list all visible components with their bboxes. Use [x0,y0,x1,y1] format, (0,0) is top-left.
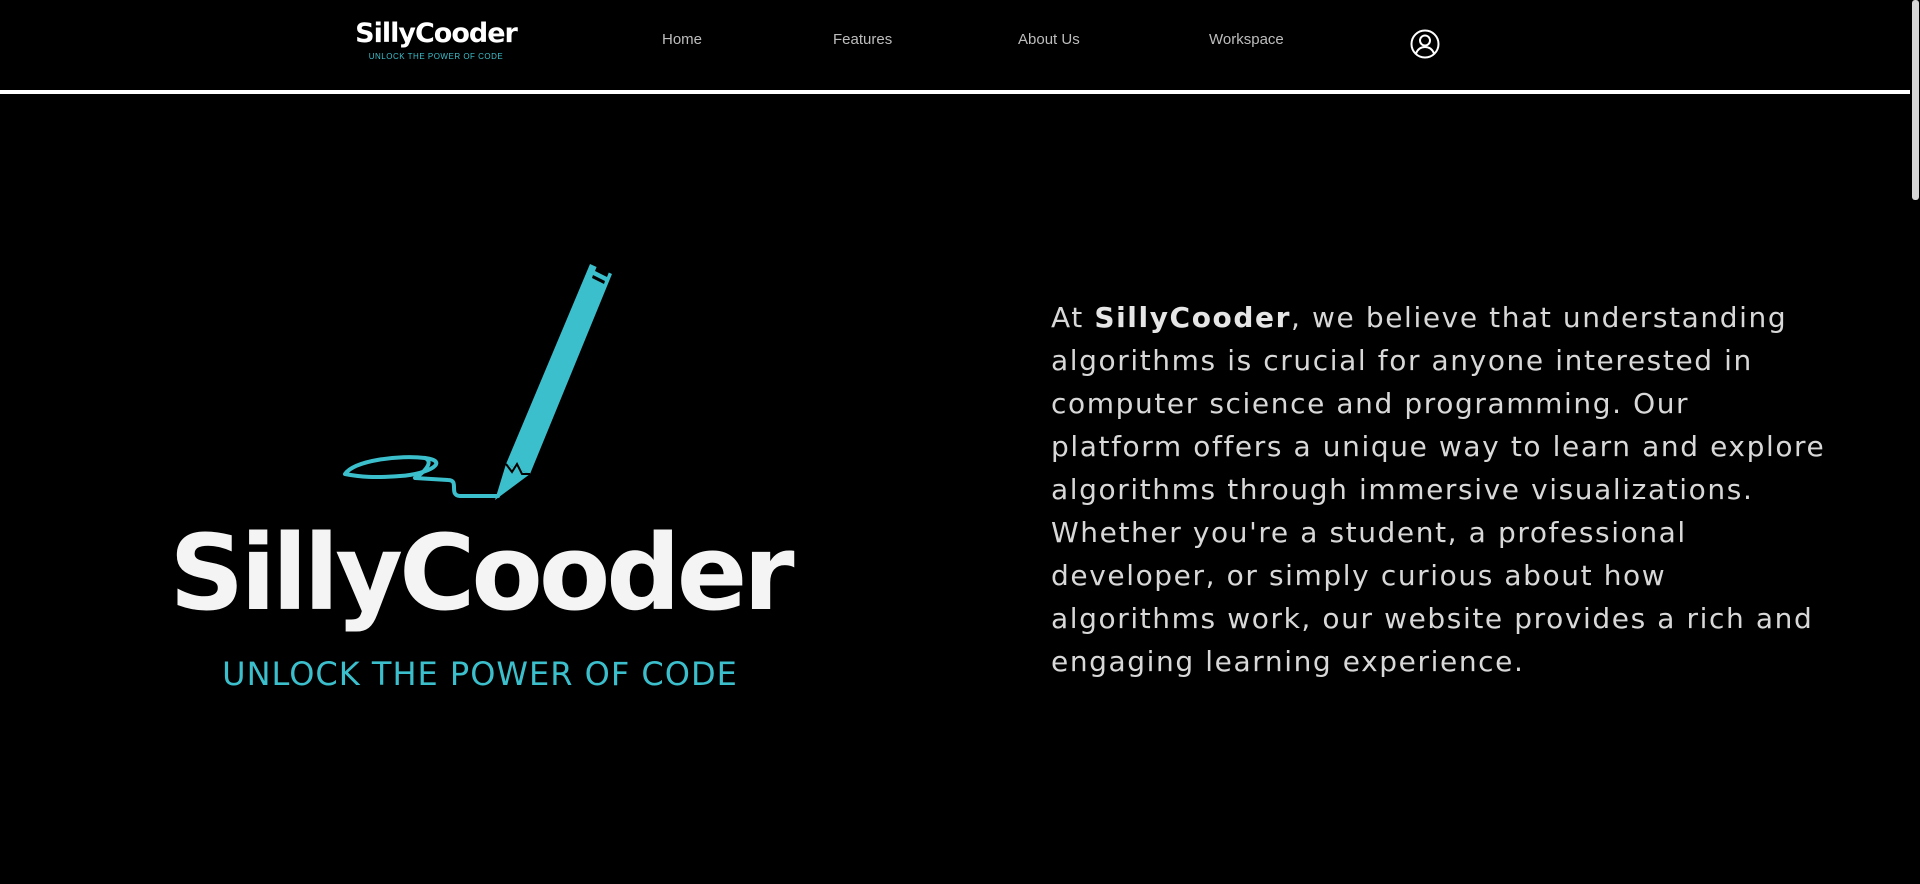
hero-logo-tagline: UNLOCK THE POWER OF CODE [222,655,738,693]
hero-logo: SillyCooder UNLOCK THE POWER OF CODE [130,250,830,710]
nav-about-link[interactable]: About Us [1018,31,1080,48]
nav-home-link[interactable]: Home [662,31,702,48]
page: SillyCooder UNLOCK THE POWER OF CODE Hom… [0,0,1920,884]
nav-features-link[interactable]: Features [833,31,892,48]
header-logo[interactable]: SillyCooder UNLOCK THE POWER OF CODE [350,18,522,61]
hero-text-prefix: At [1051,301,1095,334]
hero-text-brand: SillyCooder [1094,301,1292,334]
scrollbar-thumb[interactable] [1912,0,1919,200]
header-logo-tagline: UNLOCK THE POWER OF CODE [368,52,504,61]
hero-logo-name: SillyCooder [169,512,794,634]
header-logo-name: SillyCooder [355,18,518,49]
page-scrollbar[interactable] [1910,0,1920,884]
header-divider [0,90,1910,94]
hero-description: At SillyCooder, we believe that understa… [1051,296,1831,683]
pencil-scribble-icon [343,264,612,500]
hero-text-body: , we believe that understanding algorith… [1051,301,1826,678]
site-header: SillyCooder UNLOCK THE POWER OF CODE Hom… [0,0,1910,90]
nav-workspace-link[interactable]: Workspace [1209,31,1284,48]
user-circle-icon[interactable] [1410,29,1440,59]
